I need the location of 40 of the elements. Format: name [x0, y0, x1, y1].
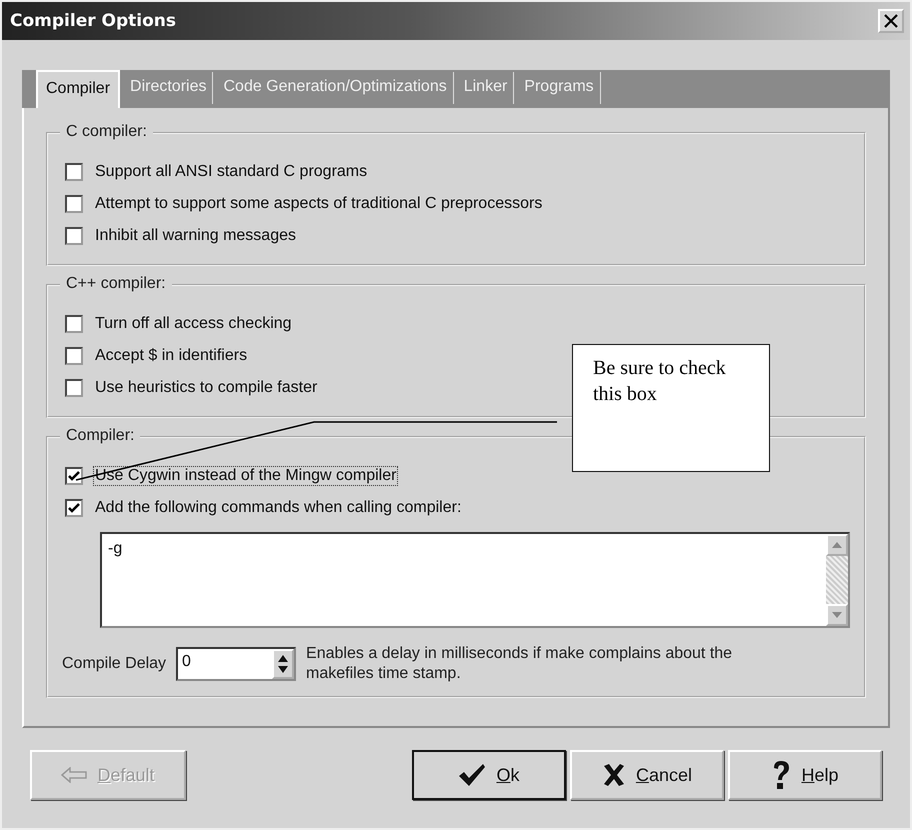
- checkbox-option[interactable]: Accept $ in identifiers: [62, 340, 252, 372]
- scroll-down-icon[interactable]: [826, 604, 848, 626]
- checkbox[interactable]: [65, 499, 83, 517]
- group-title: C compiler:: [60, 123, 153, 141]
- checkbox[interactable]: [65, 227, 83, 245]
- group-title: Compiler:: [60, 427, 140, 445]
- field-label: Compile Delay: [62, 655, 166, 673]
- checkbox[interactable]: [65, 163, 83, 181]
- question-icon: [771, 760, 792, 790]
- arrow-icon: [61, 767, 88, 783]
- field-value: 0: [181, 652, 192, 672]
- close-icon: [884, 14, 898, 28]
- commands-field[interactable]: -g: [100, 532, 850, 628]
- cross-icon: [602, 763, 626, 787]
- checkmark-icon: [458, 763, 486, 787]
- checkbox-option[interactable]: Add the following commands when calling compiler:: [62, 492, 466, 524]
- close-button[interactable]: [878, 9, 904, 33]
- checkbox[interactable]: [65, 379, 83, 397]
- callout-note: Be sure to check this box: [572, 344, 770, 472]
- hint-text: Enables a delay in milliseconds if make complains about the makefiles time stamp.: [306, 644, 734, 684]
- checkbox[interactable]: [65, 467, 83, 485]
- window-title: Compiler Options: [10, 11, 176, 31]
- delay-spinner[interactable]: 0: [176, 647, 296, 681]
- checkbox-option[interactable]: Use heuristics to compile faster: [62, 372, 322, 404]
- dialog-button[interactable]: Cancel: [570, 750, 724, 800]
- checkbox[interactable]: [65, 315, 83, 333]
- field-value: -g: [108, 540, 122, 557]
- checkbox-option[interactable]: Support all ANSI standard C programs: [62, 156, 372, 188]
- group-title: C++ compiler:: [60, 275, 172, 293]
- dialog-button[interactable]: Help: [728, 750, 882, 800]
- scroll-up-icon[interactable]: [826, 534, 848, 556]
- tab[interactable]: Compiler: [36, 70, 120, 108]
- checkbox[interactable]: [65, 195, 83, 213]
- spin-arrows-icon[interactable]: [272, 649, 294, 679]
- checkbox-option[interactable]: Attempt to support some aspects of traditional C preprocessors: [62, 188, 548, 220]
- dialog-button[interactable]: Ok: [412, 750, 566, 800]
- scrollbar[interactable]: [826, 534, 848, 626]
- checkbox-option[interactable]: Inhibit all warning messages: [62, 220, 301, 252]
- checkbox-option[interactable]: Turn off all access checking: [62, 308, 297, 340]
- checkbox[interactable]: [65, 347, 83, 365]
